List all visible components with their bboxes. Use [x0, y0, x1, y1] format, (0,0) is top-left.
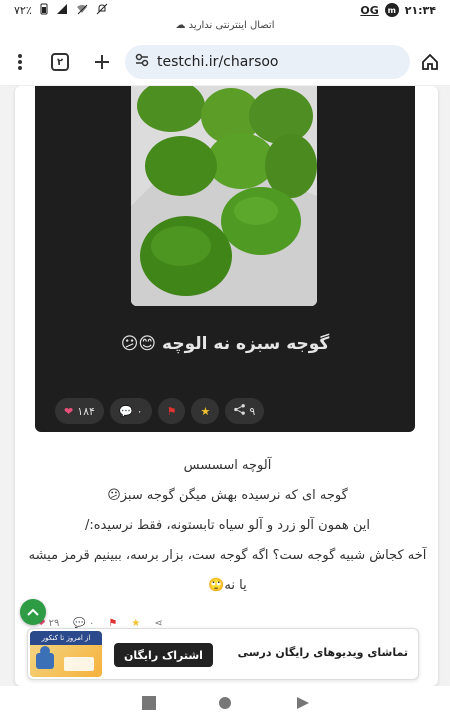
post-card: گوجه سبزه نه الوچه 😊😕 ❤ ۱۸۴ 💬 ۰ ⚑ ★ ۹ آل…: [15, 86, 438, 686]
flag-icon: ⚑: [166, 404, 177, 418]
offline-notice: ☁ اتصال اینترنتی ندارید: [0, 20, 450, 38]
signal-icon: [56, 3, 68, 18]
comment-button[interactable]: 💬 ۰: [109, 398, 152, 424]
post-line-4: آخه کجاش شبیه گوجه ست؟ اگه گوجه ست، بزار…: [28, 548, 427, 593]
like-count: ۱۸۴: [77, 404, 95, 418]
menu-icon[interactable]: [8, 50, 32, 74]
post-line-1: آلوچه اسسسس: [183, 458, 272, 473]
heart-icon: ❤: [64, 404, 74, 418]
status-badge-m: m: [384, 3, 399, 17]
tab-switcher-button[interactable]: ۲: [48, 50, 72, 74]
tab-count: ۲: [51, 53, 69, 71]
share-count: ۹: [249, 404, 256, 418]
ad-banner[interactable]: از امروز تا کنکور اشتراک رایگان تماشای و…: [27, 628, 419, 680]
post-line-3: این همون آلو زرد و آلو سیاه تابستونه، فق…: [84, 518, 371, 533]
home-icon[interactable]: [418, 50, 442, 74]
comment-icon: 💬: [118, 404, 133, 418]
browser-toolbar: ۲ testchi.ir/charsoo: [0, 38, 450, 86]
report-button[interactable]: ⚑: [157, 398, 186, 424]
share-button[interactable]: ۹: [225, 398, 265, 424]
greengage-photo: [131, 86, 317, 306]
star-icon: ★: [200, 404, 211, 418]
home-nav-icon[interactable]: [216, 694, 234, 712]
system-nav-bar: [0, 686, 450, 720]
offline-text: اتصال اینترنتی ندارید: [188, 20, 275, 31]
cloud-off-icon: ☁: [175, 20, 186, 31]
ad-thumbnail: از امروز تا کنکور: [30, 631, 102, 677]
image-action-bar: ❤ ۱۸۴ 💬 ۰ ⚑ ★ ۹: [55, 398, 265, 424]
url-text: testchi.ir/charsoo: [157, 54, 279, 70]
post-image[interactable]: گوجه سبزه نه الوچه 😊😕 ❤ ۱۸۴ 💬 ۰ ⚑ ★ ۹: [35, 86, 415, 432]
ad-thumb-text: از امروز تا کنکور: [30, 631, 102, 645]
clock: ۲۱:۳۴: [404, 3, 436, 17]
url-bar[interactable]: testchi.ir/charsoo: [125, 45, 410, 79]
recents-icon[interactable]: [140, 694, 158, 712]
scroll-up-button[interactable]: [20, 599, 46, 625]
post-line-2: گوجه ای که نرسیده بهش میگن گوجه سبز😕: [107, 488, 348, 503]
status-bar: ۷۲٪ OG m ۲۱:۳۴: [0, 0, 450, 20]
chevron-up-icon: [27, 604, 39, 620]
battery-icon: [40, 3, 48, 18]
status-badge-og: OG: [360, 3, 379, 17]
ad-subscribe-button[interactable]: اشتراک رایگان: [114, 643, 213, 667]
status-right: OG m ۲۱:۳۴: [360, 3, 436, 17]
status-left: ۷۲٪: [14, 3, 108, 18]
new-tab-icon[interactable]: [90, 50, 114, 74]
image-caption: گوجه سبزه نه الوچه 😊😕: [120, 334, 330, 354]
share-icon: [234, 404, 246, 418]
comment-count: ۰: [136, 404, 143, 418]
site-settings-icon[interactable]: [135, 53, 149, 71]
favorite-button[interactable]: ★: [191, 398, 220, 424]
page-content: گوجه سبزه نه الوچه 😊😕 ❤ ۱۸۴ 💬 ۰ ⚑ ★ ۹ آل…: [0, 86, 450, 686]
post-text: آلوچه اسسسس گوجه ای که نرسیده بهش میگن گ…: [25, 451, 430, 601]
like-button[interactable]: ❤ ۱۸۴: [55, 398, 104, 424]
wifi-off-icon: [76, 3, 88, 18]
battery-text: ۷۲٪: [14, 4, 32, 17]
mute-icon: [96, 3, 108, 18]
ad-text: تماشای ویدیوهای رایگان درسی: [237, 646, 408, 659]
back-icon[interactable]: [294, 694, 312, 712]
